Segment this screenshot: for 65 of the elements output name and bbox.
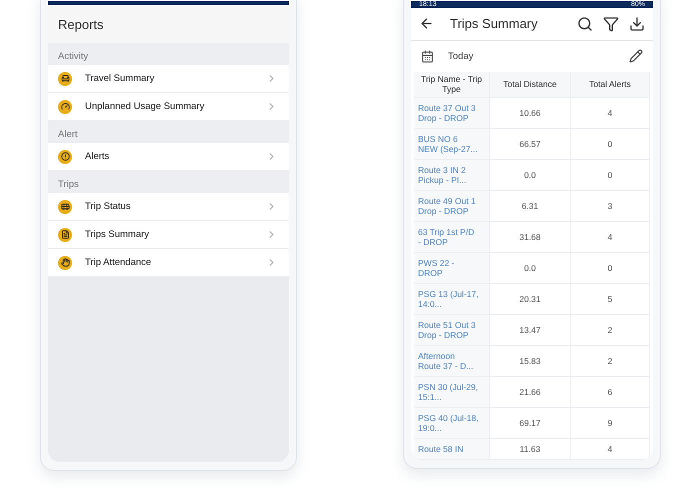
report-item[interactable]: Unplanned Usage Summary — [48, 93, 289, 121]
calendar-icon — [421, 50, 434, 63]
trip-name-link[interactable]: PWS 22 - DROP — [414, 253, 490, 283]
item-label: Unplanned Usage Summary — [85, 101, 206, 112]
trip-name-link[interactable]: PSN 30 (Jul-29, 15:1... — [414, 377, 490, 407]
edit-icon[interactable] — [629, 49, 643, 64]
trip-name-link[interactable]: Afternoon Route 37 - D... — [414, 346, 490, 376]
table-cell: 20.31 — [490, 284, 571, 314]
alert-icon — [58, 150, 72, 164]
report-item[interactable]: Trip Status — [48, 193, 289, 221]
trip-name-link[interactable]: Route 58 IN — [414, 439, 490, 459]
table-cell: 21.66 — [490, 377, 571, 407]
table-cell: 0 — [571, 160, 650, 190]
table-cell: 10.66 — [490, 98, 571, 128]
table-cell: 9 — [571, 408, 650, 438]
search-icon[interactable] — [577, 16, 593, 32]
report-item[interactable]: Alerts — [48, 143, 289, 171]
item-label: Travel Summary — [85, 73, 156, 84]
table-cell: 3 — [571, 191, 650, 221]
table-cell: 6.31 — [490, 191, 571, 221]
trip-name-link[interactable]: Route 49 Out 1 Drop - DROP — [414, 191, 490, 221]
table-cell: 0 — [571, 129, 650, 159]
trip-name-link[interactable]: PSG 13 (Jul-17, 14:0... — [414, 284, 490, 314]
item-label: Trip Status — [85, 201, 132, 212]
trip-name-link[interactable]: PSG 40 (Jul-18, 19:0... — [414, 408, 490, 438]
table-cell: 4 — [571, 222, 650, 252]
table-cell: 0.0 — [490, 253, 571, 283]
seat-icon — [58, 72, 72, 86]
report-item[interactable]: Travel Summary — [48, 65, 289, 93]
date-filter[interactable]: Today — [448, 50, 615, 62]
item-label: Alerts — [85, 151, 110, 162]
trip-name-link[interactable]: Route 37 Out 3 Drop - DROP — [414, 98, 490, 128]
trip-name-link[interactable]: Route 51 Out 3 Drop - DROP — [414, 315, 490, 345]
table-cell: 6 — [571, 377, 650, 407]
table-cell: 0 — [571, 253, 650, 283]
report-item[interactable]: Trips Summary — [48, 221, 289, 249]
table-cell: 2 — [571, 315, 650, 345]
table-cell: 15.83 — [490, 346, 571, 376]
column-header: Trip Name - Trip Type — [414, 72, 490, 97]
table-cell: 31.68 — [490, 222, 571, 252]
item-label: Trips Summary — [85, 229, 150, 240]
column-header: Total Distance — [490, 72, 571, 97]
download-icon[interactable] — [629, 16, 645, 32]
table-cell: 4 — [571, 98, 650, 128]
report-item[interactable]: Trip Attendance — [48, 249, 289, 277]
table-cell: 2 — [571, 346, 650, 376]
table-cell: 11.63 — [490, 439, 571, 459]
trip-name-link[interactable]: 63 Trip 1st P/D - DROP — [414, 222, 490, 252]
gauge-icon — [58, 100, 72, 114]
table-cell: 0.0 — [490, 160, 571, 190]
column-header: Total Alerts — [571, 72, 650, 97]
table-cell: 69.17 — [490, 408, 571, 438]
filter-icon[interactable] — [603, 16, 619, 32]
screen-title: Trips Summary — [450, 16, 539, 32]
screen-title: Reports — [58, 16, 104, 32]
trip-name-link[interactable]: Route 3 IN 2 Pickup - PI... — [414, 160, 490, 190]
bus-icon — [58, 200, 72, 214]
table-cell: 5 — [571, 284, 650, 314]
table-cell: 13.47 — [490, 315, 571, 345]
hand-icon — [58, 256, 72, 270]
document-icon — [58, 228, 72, 242]
trip-name-link[interactable]: BUS NO 6 NEW (Sep-27... — [414, 129, 490, 159]
item-label: Trip Attendance — [85, 257, 152, 268]
table-cell: 4 — [571, 439, 650, 459]
table-cell: 66.57 — [490, 129, 571, 159]
